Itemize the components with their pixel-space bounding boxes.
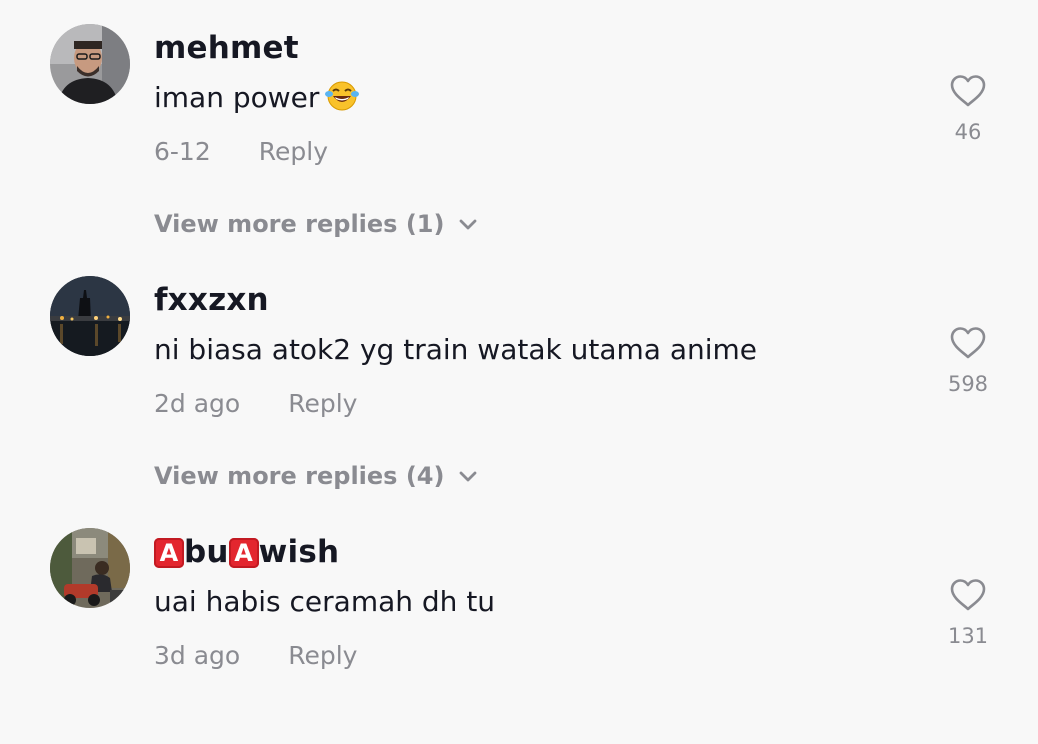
view-more-label: View more replies (1) — [154, 210, 445, 238]
comment-meta: 3d ago Reply — [154, 638, 357, 674]
view-more-replies-button[interactable]: View more replies (4) — [154, 458, 478, 494]
laughing-tears-emoji-icon — [325, 80, 360, 123]
comment-meta: 2d ago Reply — [154, 386, 357, 422]
comment-date: 6-12 — [154, 137, 211, 166]
like-button[interactable]: 598 — [940, 326, 996, 398]
username[interactable]: Abu Awish — [154, 532, 339, 572]
like-button[interactable]: 131 — [940, 578, 996, 650]
comment-date: 2d ago — [154, 389, 241, 418]
username-part: bu — [184, 534, 229, 570]
like-count: 131 — [947, 624, 989, 648]
view-more-replies-button[interactable]: View more replies (1) — [154, 206, 478, 242]
comment-text: uai habis ceramah dh tu — [154, 585, 496, 618]
reply-button[interactable]: Reply — [288, 638, 357, 674]
username[interactable]: fxxzxn — [154, 280, 269, 320]
chevron-down-icon — [460, 471, 477, 482]
comment-item: mehmet iman power 6-12 Reply 46 View more… — [0, 0, 1038, 240]
avatar[interactable] — [50, 276, 130, 356]
avatar[interactable] — [50, 24, 130, 104]
comment-text: iman power — [154, 78, 360, 123]
like-button[interactable]: 46 — [940, 74, 996, 146]
comment-meta: 6-12 Reply — [154, 134, 328, 170]
reply-button[interactable]: Reply — [259, 134, 328, 170]
comment-body: iman power — [154, 81, 320, 114]
heart-outline-icon[interactable] — [940, 578, 996, 612]
view-more-label: View more replies (4) — [154, 462, 445, 490]
letter-a-badge-icon: A — [154, 538, 184, 568]
avatar[interactable] — [50, 528, 130, 608]
username-part: wish — [258, 534, 340, 570]
like-count: 46 — [954, 120, 982, 144]
like-count: 598 — [947, 372, 989, 396]
comment-date: 3d ago — [154, 641, 241, 670]
chevron-down-icon — [460, 219, 477, 230]
heart-outline-icon[interactable] — [940, 74, 996, 108]
reply-button[interactable]: Reply — [288, 386, 357, 422]
letter-a-badge-icon: A — [228, 538, 259, 568]
comment-item: Abu Awish uai habis ceramah dh tu 3d ago R… — [0, 504, 1038, 744]
heart-outline-icon[interactable] — [940, 326, 996, 360]
username[interactable]: mehmet — [154, 28, 299, 68]
comment-text: ni biasa atok2 yg train watak utama anim… — [154, 333, 758, 366]
comment-item: fxxzxn ni biasa atok2 yg train watak uta… — [0, 252, 1038, 492]
